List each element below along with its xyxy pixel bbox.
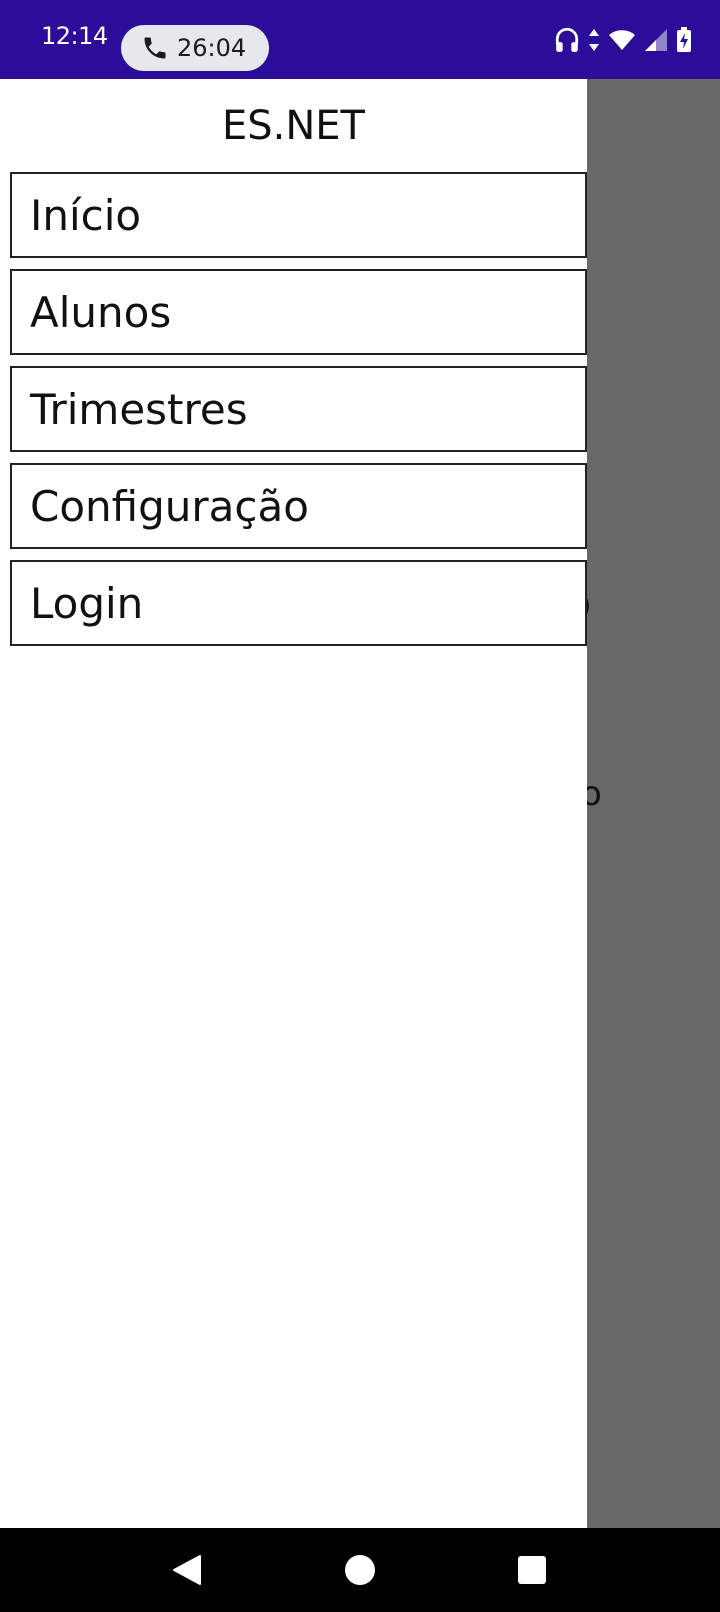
phone-icon: [144, 37, 166, 59]
menu-item-label: Início: [30, 191, 142, 240]
menu-item-label: Trimestres: [30, 385, 248, 434]
recents-icon[interactable]: [512, 1550, 552, 1590]
back-icon[interactable]: [166, 1550, 206, 1590]
underlay-text-fragment: ): [587, 591, 591, 621]
menu-item-label: Configuração: [30, 482, 309, 531]
status-icons: [554, 24, 692, 56]
drawer-menu: Início Alunos Trimestres Configuração Lo…: [10, 172, 587, 657]
menu-item-inicio[interactable]: Início: [10, 172, 587, 258]
data-arrows-icon: [589, 29, 599, 51]
dimmed-page-scrim[interactable]: ) . o: [587, 79, 720, 1528]
underlay-text-fragment: o: [587, 774, 602, 814]
app-screen: 12:14 26:04 o ES.NET Início Alunos Trime…: [0, 0, 720, 1612]
menu-item-alunos[interactable]: Alunos: [10, 269, 587, 355]
system-navigation-bar: [0, 1528, 720, 1612]
menu-item-label: Login: [30, 579, 144, 628]
headset-icon: [555, 27, 579, 52]
menu-item-configuracao[interactable]: Configuração: [10, 463, 587, 549]
status-bar: 12:14 26:04: [0, 0, 720, 79]
menu-item-login[interactable]: Login: [10, 560, 587, 646]
menu-item-trimestres[interactable]: Trimestres: [10, 366, 587, 452]
menu-item-label: Alunos: [30, 288, 172, 337]
cell-signal-icon: [645, 29, 667, 51]
navigation-drawer: ES.NET Início Alunos Trimestres Configur…: [0, 79, 587, 1528]
drawer-title: ES.NET: [221, 103, 365, 149]
home-icon[interactable]: [340, 1550, 380, 1590]
wifi-icon: [609, 30, 635, 50]
underlay-text-fragment: .: [587, 645, 588, 670]
status-time: 12:14: [41, 22, 108, 50]
battery-charging-icon: [677, 27, 691, 52]
call-timer: 26:04: [177, 34, 247, 62]
ongoing-call-chip[interactable]: 26:04: [121, 25, 269, 71]
